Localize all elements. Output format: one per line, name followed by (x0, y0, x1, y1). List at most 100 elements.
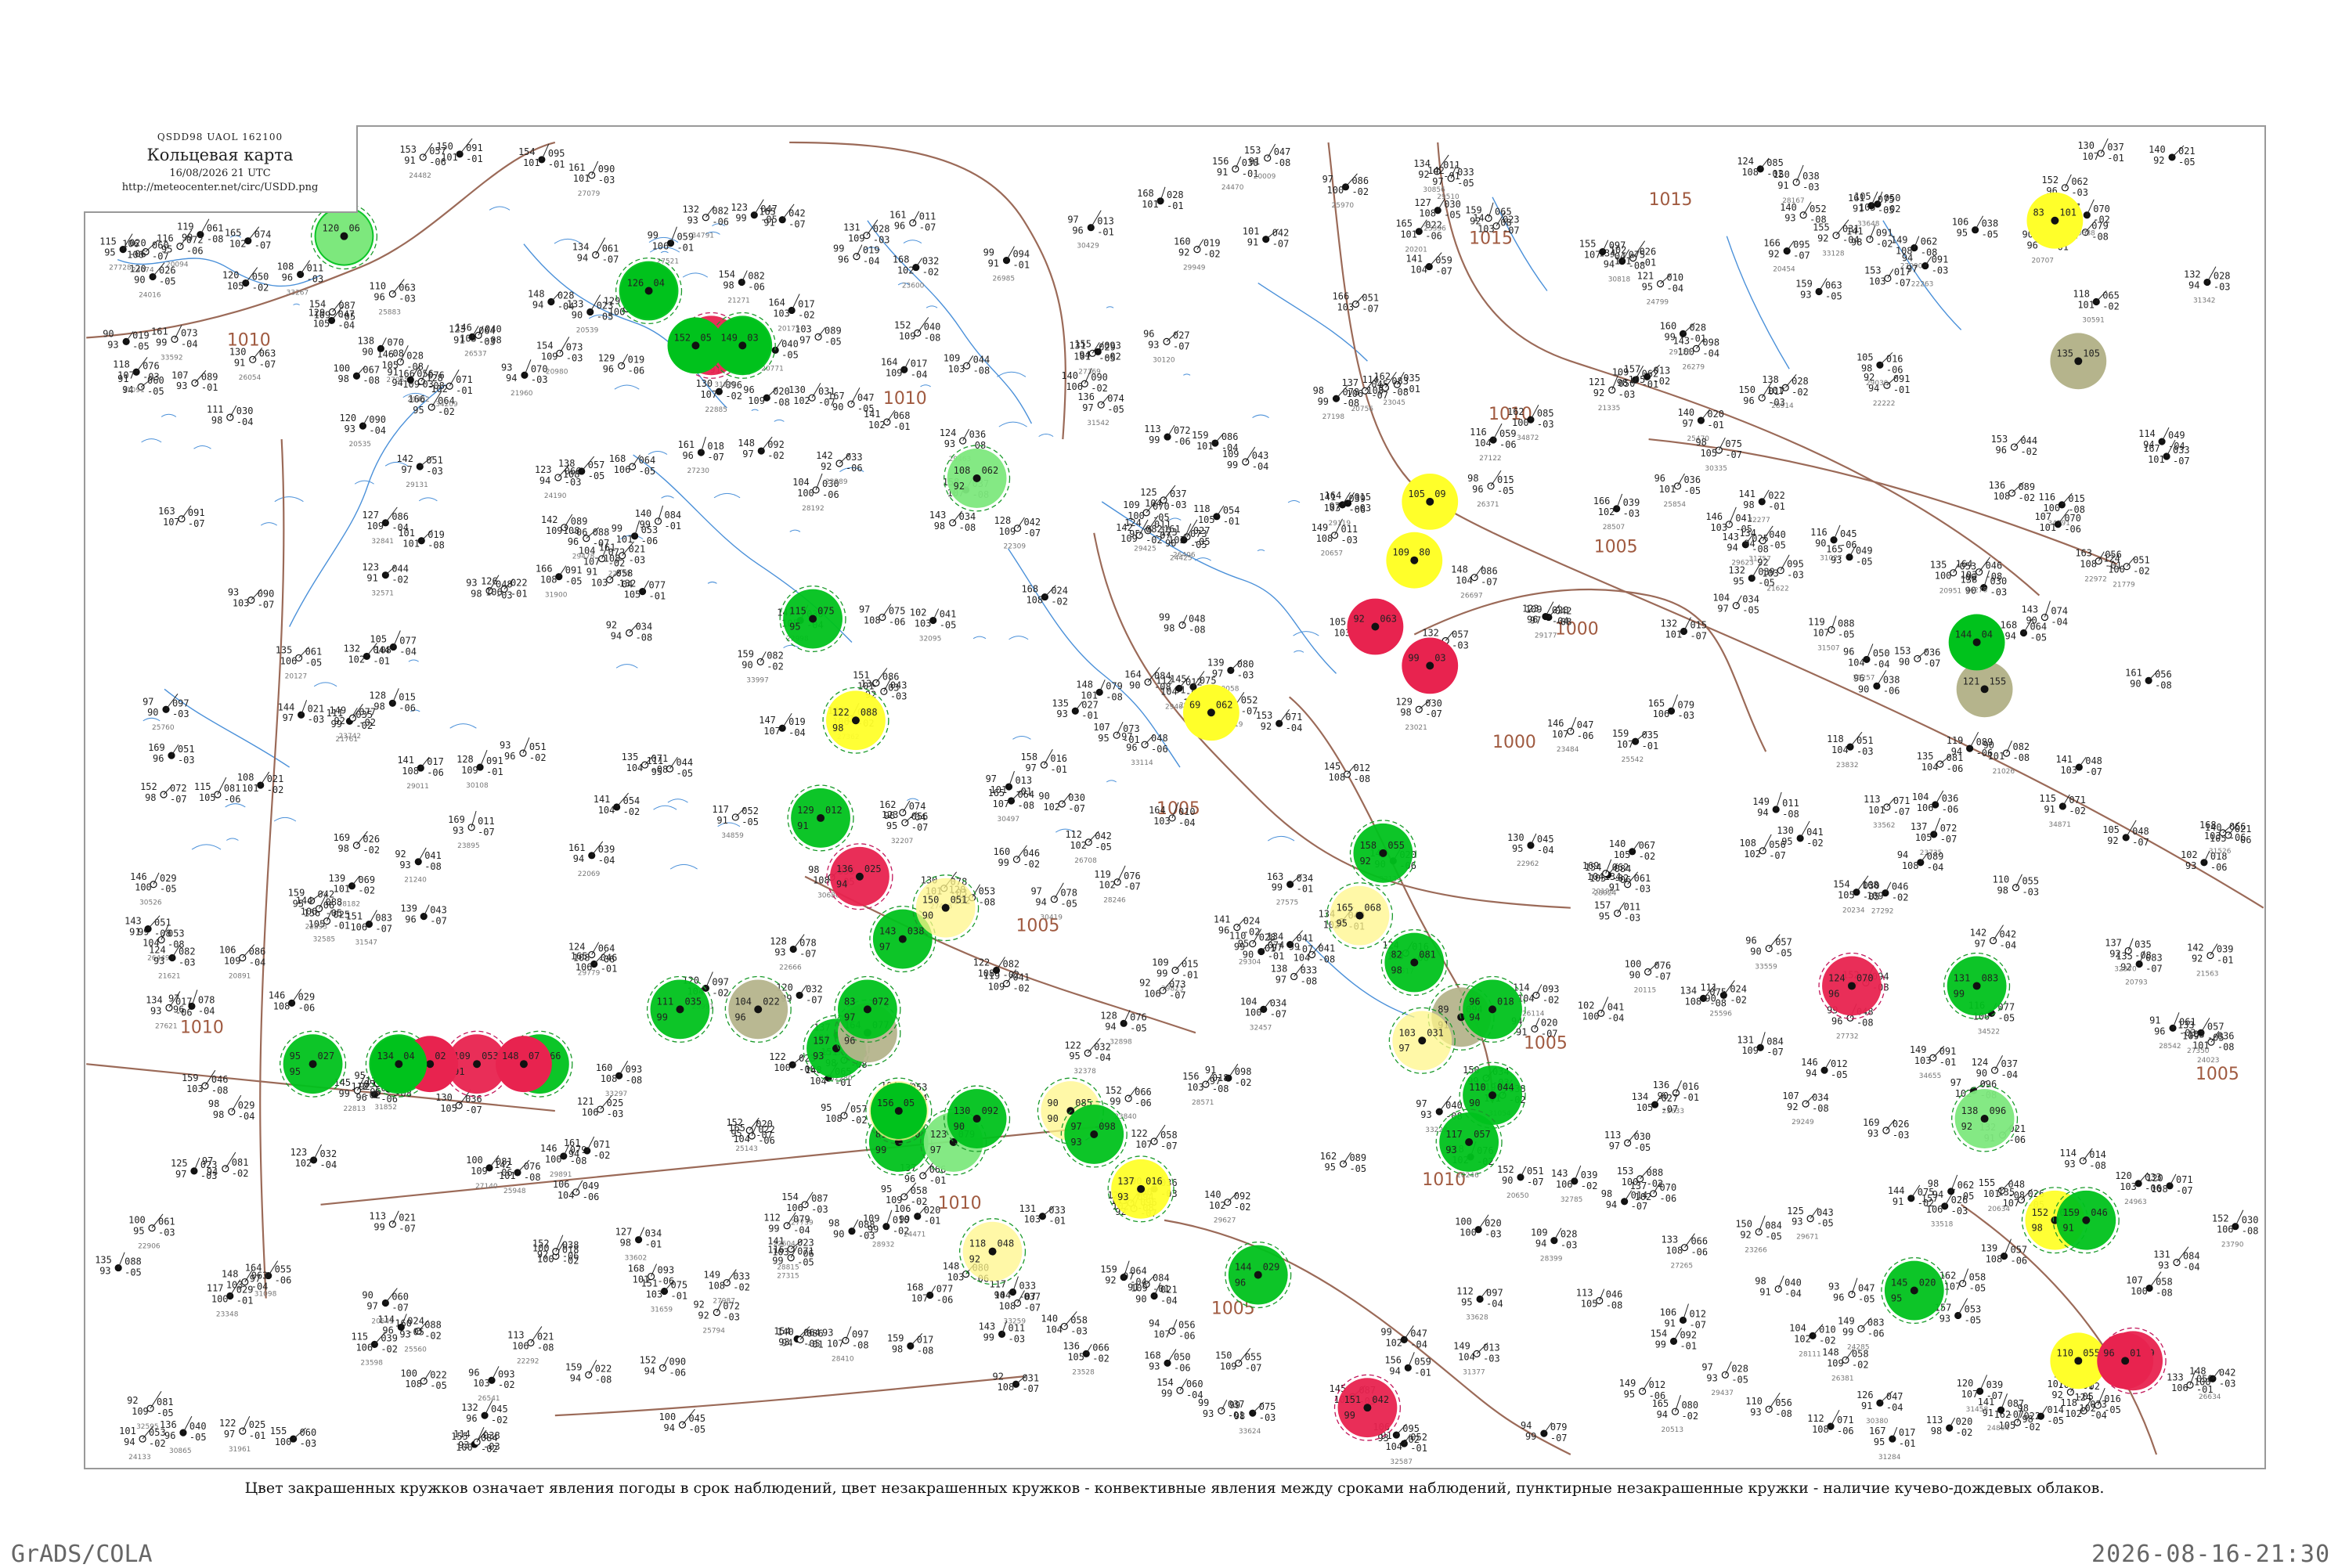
station-temp: 109 (944, 352, 961, 363)
station-dew: 109 (999, 526, 1016, 537)
station-temp: 149 (720, 332, 738, 343)
wind-barb (591, 160, 599, 176)
station-temp: 140 (777, 1326, 794, 1337)
station-tendency: -06 (562, 1251, 579, 1262)
station-pressure: 097 (852, 1328, 869, 1339)
station-temp: 149 (1910, 1044, 1927, 1055)
station-tendency: -04 (1178, 817, 1196, 828)
station-dew: 96 (2154, 1026, 2165, 1036)
station-temp: 90 (1047, 1098, 1058, 1108)
station-dew: 104 (1848, 657, 1865, 668)
station-tendency: -02 (1892, 892, 1909, 903)
station-pressure: 011 (1624, 902, 1641, 913)
station-temp: 142 (1970, 928, 1987, 939)
station-dew: 107 (911, 1292, 929, 1303)
station-pressure: 034 (636, 621, 653, 632)
station-temp: 122 (219, 1418, 236, 1429)
station-temp: 159 (2062, 1207, 2080, 1218)
station-dew: 98 (1164, 622, 1174, 633)
station-pressure: 063 (259, 348, 276, 359)
station-tendency: -06 (129, 249, 146, 260)
station-tendency: -06 (429, 157, 446, 168)
lake-33 (682, 272, 709, 278)
station-tendency: -06 (1942, 804, 1959, 815)
station-temp: 141 (2055, 754, 2073, 765)
lake-24 (449, 723, 477, 729)
station-pressure: 071 (456, 374, 473, 385)
station-pressure: 070 (1856, 972, 1874, 983)
station-temp: 159 (1465, 205, 1482, 216)
station-pressure: 070 (387, 337, 404, 348)
station-pressure: 018 (1497, 996, 1514, 1007)
station-pressure: 048 (1151, 733, 1168, 744)
station-pressure: 055 (1245, 1351, 1262, 1362)
station-dew: 90 (1469, 1098, 1480, 1108)
station-pressure: 019 (863, 245, 880, 256)
station-tendency: -06 (2145, 1183, 2162, 1194)
station-pressure: 050 (1618, 378, 1636, 389)
station-tendency: -03 (607, 1108, 624, 1119)
station-temp: 161 (568, 842, 586, 853)
station-id: 32587 (1390, 1458, 1413, 1466)
station-tendency: -08 (424, 861, 442, 872)
station-plot: 149103091-0134655 (1910, 1044, 1957, 1080)
station-dew: 107 (993, 798, 1010, 809)
station-tendency: -04 (198, 1005, 215, 1016)
station-plot: 131103033-01 (1019, 1203, 1066, 1227)
station-temp: 169 (148, 742, 165, 753)
station-temp: 105 (1330, 617, 1347, 628)
station-temp: 136 (836, 863, 853, 874)
station-pressure: 072 (186, 235, 204, 246)
station-dew: 96 (603, 363, 614, 374)
station-pressure: 091 (1939, 1046, 1957, 1057)
station-tendency: -05 (1878, 205, 1895, 216)
station-pressure: 058 (1969, 1272, 1986, 1283)
station-id: 22222 (1873, 400, 1896, 408)
station-temp: 102 (910, 607, 927, 618)
station-dew: 107 (763, 726, 781, 737)
station-dew: 90 (954, 1121, 965, 1132)
station-temp: 116 (2038, 492, 2055, 503)
station-temp: 147 (759, 715, 776, 726)
station-dew: 99 (1655, 1339, 1666, 1350)
station-tendency: -05 (1831, 1069, 1848, 1080)
station-plot: 128109091-0130108 (456, 749, 503, 790)
station-plot: 165102074-07 (225, 226, 271, 251)
station-pressure: 069 (358, 874, 375, 885)
weather-circle-rain: 156 05 (870, 1083, 927, 1139)
station-tendency: -06 (797, 1249, 814, 1260)
lake-37 (1106, 306, 1114, 308)
station-pressure: 046 (1986, 561, 2003, 571)
station-plot: 168102032-0223600 (893, 254, 940, 290)
station-temp: 108 (563, 525, 580, 536)
station-tendency: -06 (2009, 1134, 2026, 1145)
station-tendency: -02 (1654, 376, 1671, 387)
station-plot: 154101095-01 (518, 143, 565, 170)
station-temp: 159 (1100, 1264, 1117, 1275)
station-tendency: -05 (1095, 842, 1112, 852)
station-marker (1371, 622, 1380, 631)
station-plot: 11398020-02 (1926, 1415, 1973, 1438)
station-pressure: 046 (1023, 848, 1040, 859)
station-dew: 100 (211, 1293, 229, 1304)
station-plot: 12195010-0424799 (1637, 271, 1684, 307)
station-dew: 95 (1069, 1051, 1080, 1062)
station-pressure: 028 (873, 224, 890, 235)
station-dew: 98 (213, 1109, 224, 1120)
station-dew: 93 (1117, 1191, 1128, 1202)
source-url[interactable]: http://meteocenter.net/circ/USDD.png (84, 182, 356, 193)
station-temp: 124 (2074, 1392, 2091, 1403)
station-pressure: 047 (1577, 719, 1594, 730)
station-temp: 83 (844, 996, 855, 1007)
station-temp: 123 (535, 464, 552, 475)
station-temp: 157 (813, 1035, 830, 1046)
station-id: 24963 (2124, 1199, 2147, 1206)
lake-39 (1106, 780, 1117, 783)
station-pressure: 017 (911, 358, 928, 369)
station-temp: 125 (171, 1158, 188, 1169)
station-tendency: -05 (676, 768, 693, 779)
station-plot: 130105036-07 (435, 1089, 482, 1116)
station-id: 25794 (702, 1327, 725, 1335)
station-dew: 94 (1757, 807, 1768, 818)
station-tendency: -06 (1135, 1098, 1152, 1108)
